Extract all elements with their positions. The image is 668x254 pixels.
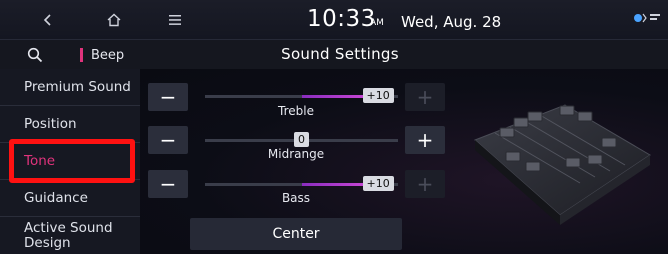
bass-label: Bass <box>281 191 311 205</box>
search-button[interactable] <box>10 42 60 68</box>
plus-icon: + <box>416 85 434 109</box>
menu-button[interactable] <box>163 8 187 32</box>
back-button[interactable] <box>36 8 60 32</box>
sidebar-item-label: Premium Sound <box>24 78 131 95</box>
midrange-minus-button[interactable]: − <box>148 126 188 154</box>
clock-time: 10:33 <box>307 6 376 32</box>
center-button-label: Center <box>272 226 320 242</box>
bass-minus-button[interactable]: − <box>148 170 188 198</box>
sidebar-item-active-sound-design[interactable]: Active Sound Design <box>0 217 120 254</box>
beep-indicator <box>80 48 83 62</box>
search-icon <box>27 47 43 63</box>
sidebar-item-premium-sound[interactable]: Premium Sound <box>0 69 140 106</box>
sidebar-item-position[interactable]: Position <box>0 106 140 143</box>
minus-icon: − <box>159 85 177 109</box>
sidebar-item-label: Position <box>24 115 77 132</box>
minus-icon: − <box>159 128 177 152</box>
clock-ampm: AM <box>370 18 384 28</box>
chevron-left-icon <box>43 14 51 26</box>
center-button[interactable]: Center <box>190 218 402 250</box>
home-icon <box>107 13 121 27</box>
bass-value-badge: +10 <box>362 176 394 191</box>
date-label: Wed, Aug. 28 <box>401 13 502 31</box>
sidebar-item-guidance[interactable]: Guidance <box>0 180 140 217</box>
midrange-plus-button[interactable]: + <box>405 126 445 154</box>
top-status-bar: 10:33 AM Wed, Aug. 28 <box>0 0 668 39</box>
treble-plus-button[interactable]: + <box>405 83 445 111</box>
home-button[interactable] <box>102 8 126 32</box>
sidebar-item-label: Guidance <box>24 189 88 206</box>
midrange-label: Midrange <box>267 147 325 161</box>
page-title: Sound Settings <box>281 45 399 63</box>
bass-plus-button[interactable]: + <box>405 170 445 198</box>
minus-icon: − <box>159 172 177 196</box>
hamburger-icon <box>169 15 181 25</box>
beep-button[interactable]: Beep <box>68 43 140 67</box>
treble-value-badge: +10 <box>362 88 394 103</box>
plus-icon: + <box>416 172 434 196</box>
sidebar-item-label: Active Sound Design <box>24 219 113 251</box>
selection-highlight-box <box>9 139 135 183</box>
midrange-value-badge: 0 <box>294 132 309 147</box>
treble-minus-button[interactable]: − <box>148 83 188 111</box>
sub-header: Beep Sound Settings <box>0 39 668 69</box>
connectivity-status-icon <box>634 13 660 23</box>
plus-icon: + <box>416 128 434 152</box>
beep-label: Beep <box>91 47 125 63</box>
treble-label: Treble <box>278 104 314 118</box>
equalizer-illustration <box>474 104 651 225</box>
